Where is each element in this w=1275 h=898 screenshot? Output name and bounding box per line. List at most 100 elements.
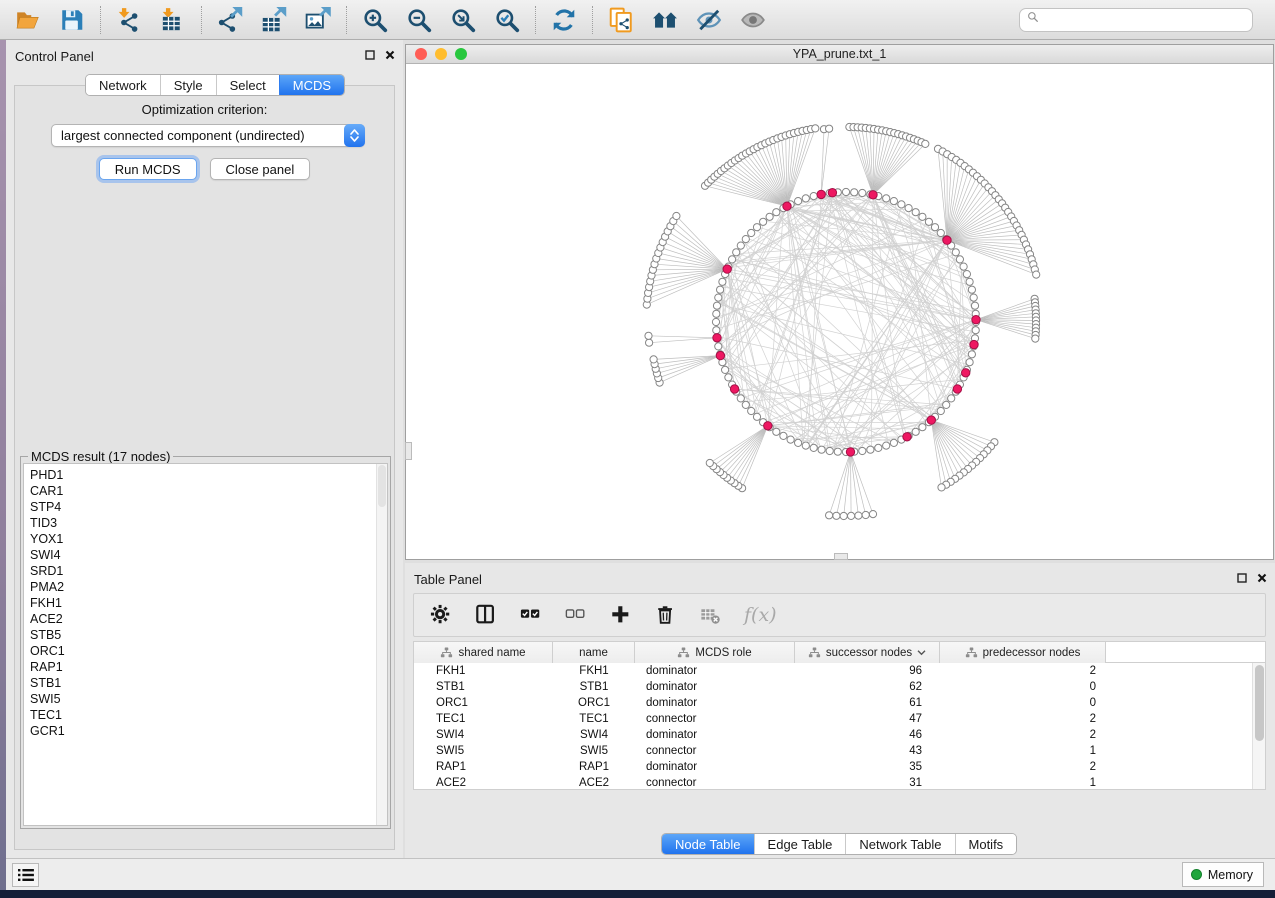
columns-icon[interactable] — [474, 603, 498, 627]
table-cell: dominator — [635, 681, 795, 693]
table-cell: 1 — [940, 777, 1106, 789]
network-graph-canvas[interactable] — [406, 64, 1273, 559]
mcds-result-item[interactable]: STB5 — [30, 627, 387, 643]
network-view-window: YPA_prune.txt_1 — [405, 44, 1274, 560]
table-cell: dominator — [635, 697, 795, 709]
delete-row-icon[interactable] — [654, 603, 678, 627]
hide-selected-icon[interactable] — [695, 6, 723, 34]
table-row[interactable]: FKH1FKH1dominator962 — [414, 663, 1252, 679]
table-cell: dominator — [635, 665, 795, 677]
delete-table-icon[interactable] — [699, 603, 723, 627]
close-table-panel-icon[interactable] — [1256, 572, 1267, 583]
optimization-criterion-label: Optimization criterion: — [15, 102, 394, 117]
table-cell: STB1 — [553, 681, 635, 693]
table-toolbar: f(x) — [413, 593, 1266, 637]
table-row[interactable]: SWI4SWI4dominator462 — [414, 727, 1252, 743]
column-header-successor-nodes[interactable]: successor nodes — [795, 642, 940, 663]
mcds-result-item[interactable]: GCR1 — [30, 723, 387, 739]
mcds-result-item[interactable]: YOX1 — [30, 531, 387, 547]
search-input[interactable] — [1045, 13, 1245, 27]
table-cell: FKH1 — [553, 665, 635, 677]
mcds-result-item[interactable]: CAR1 — [30, 483, 387, 499]
mcds-result-list[interactable]: PHD1CAR1STP4TID3YOX1SWI4SRD1PMA2FKH1ACE2… — [23, 463, 388, 826]
tab-mcds[interactable]: MCDS — [279, 75, 344, 95]
tab-network[interactable]: Network — [86, 75, 160, 95]
zoom-out-icon[interactable] — [405, 6, 433, 34]
table-row[interactable]: TEC1TEC1connector472 — [414, 711, 1252, 727]
import-network-icon[interactable] — [115, 6, 143, 34]
optimization-criterion-select[interactable]: largest connected component (undirected) — [51, 124, 365, 147]
tab-select[interactable]: Select — [216, 75, 279, 95]
mcds-result-item[interactable]: TEC1 — [30, 707, 387, 723]
node-table-body: FKH1FKH1dominator962STB1STB1dominator620… — [414, 663, 1252, 789]
open-folder-icon[interactable] — [14, 6, 42, 34]
mcds-result-item[interactable]: ORC1 — [30, 643, 387, 659]
table-row[interactable]: ACE2ACE2connector311 — [414, 775, 1252, 789]
table-row[interactable]: STB1STB1dominator620 — [414, 679, 1252, 695]
mcds-result-item[interactable]: STP4 — [30, 499, 387, 515]
table-row[interactable]: SWI5SWI5connector431 — [414, 743, 1252, 759]
show-hidden-icon[interactable] — [739, 6, 767, 34]
tab-node-table[interactable]: Node Table — [662, 834, 754, 854]
table-scrollbar[interactable] — [1252, 663, 1265, 789]
table-cell: 46 — [795, 729, 940, 741]
clone-network-icon[interactable] — [607, 6, 635, 34]
save-icon[interactable] — [58, 6, 86, 34]
tab-motifs[interactable]: Motifs — [955, 834, 1017, 854]
vertical-splitter-handle[interactable] — [405, 442, 412, 460]
neighbors-icon[interactable] — [651, 6, 679, 34]
table-row[interactable]: RAP1RAP1dominator352 — [414, 759, 1252, 775]
column-header-predecessor-nodes[interactable]: predecessor nodes — [940, 642, 1106, 663]
table-cell: ORC1 — [414, 697, 553, 709]
close-panel-icon[interactable] — [384, 49, 395, 60]
horizontal-splitter-handle[interactable] — [834, 553, 848, 560]
mcds-result-item[interactable]: RAP1 — [30, 659, 387, 675]
mcds-result-item[interactable]: SRD1 — [30, 563, 387, 579]
settings-gear-icon[interactable] — [429, 603, 453, 627]
result-list-scrollbar[interactable] — [376, 464, 387, 825]
mcds-result-item[interactable]: TID3 — [30, 515, 387, 531]
network-window-titlebar[interactable]: YPA_prune.txt_1 — [406, 45, 1273, 64]
mcds-result-item[interactable]: FKH1 — [30, 595, 387, 611]
mcds-result-item[interactable]: PMA2 — [30, 579, 387, 595]
network-window-title: YPA_prune.txt_1 — [406, 47, 1273, 61]
zoom-selected-icon[interactable] — [493, 6, 521, 34]
mcds-result-item[interactable]: STB1 — [30, 675, 387, 691]
table-row[interactable]: ORC1ORC1dominator610 — [414, 695, 1252, 711]
table-panel-tabs: Node TableEdge TableNetwork TableMotifs — [661, 833, 1017, 855]
mcds-result-item[interactable]: SWI5 — [30, 691, 387, 707]
memory-button[interactable]: Memory — [1182, 862, 1264, 887]
zoom-fit-icon[interactable] — [449, 6, 477, 34]
mcds-result-item[interactable]: ACE2 — [30, 611, 387, 627]
deselect-all-icon[interactable] — [564, 603, 588, 627]
column-header-name[interactable]: name — [553, 642, 635, 663]
run-mcds-button[interactable]: Run MCDS — [99, 158, 197, 180]
export-network-icon[interactable] — [216, 6, 244, 34]
mcds-result-item[interactable]: PHD1 — [30, 467, 387, 483]
column-header-shared-name[interactable]: shared name — [414, 642, 553, 663]
table-cell: 35 — [795, 761, 940, 773]
control-panel-tabs: NetworkStyleSelectMCDS — [85, 74, 345, 96]
tab-network-table[interactable]: Network Table — [845, 834, 954, 854]
search-field[interactable] — [1019, 8, 1253, 32]
float-panel-icon[interactable] — [364, 49, 375, 60]
add-row-icon[interactable] — [609, 603, 633, 627]
export-image-icon[interactable] — [304, 6, 332, 34]
table-cell: 62 — [795, 681, 940, 693]
import-table-icon[interactable] — [159, 6, 187, 34]
task-list-button[interactable] — [12, 863, 39, 887]
table-cell: connector — [635, 713, 795, 725]
export-table-icon[interactable] — [260, 6, 288, 34]
refresh-layout-icon[interactable] — [550, 6, 578, 34]
select-all-icon[interactable] — [519, 603, 543, 627]
column-header-MCDS-role[interactable]: MCDS role — [635, 642, 795, 663]
function-builder-icon[interactable]: f(x) — [744, 603, 777, 627]
table-cell: SWI5 — [414, 745, 553, 757]
zoom-in-icon[interactable] — [361, 6, 389, 34]
tab-style[interactable]: Style — [160, 75, 216, 95]
close-panel-button[interactable]: Close panel — [210, 158, 311, 180]
mcds-result-item[interactable]: SWI4 — [30, 547, 387, 563]
table-cell: 2 — [940, 665, 1106, 677]
float-table-panel-icon[interactable] — [1236, 572, 1247, 583]
tab-edge-table[interactable]: Edge Table — [754, 834, 846, 854]
